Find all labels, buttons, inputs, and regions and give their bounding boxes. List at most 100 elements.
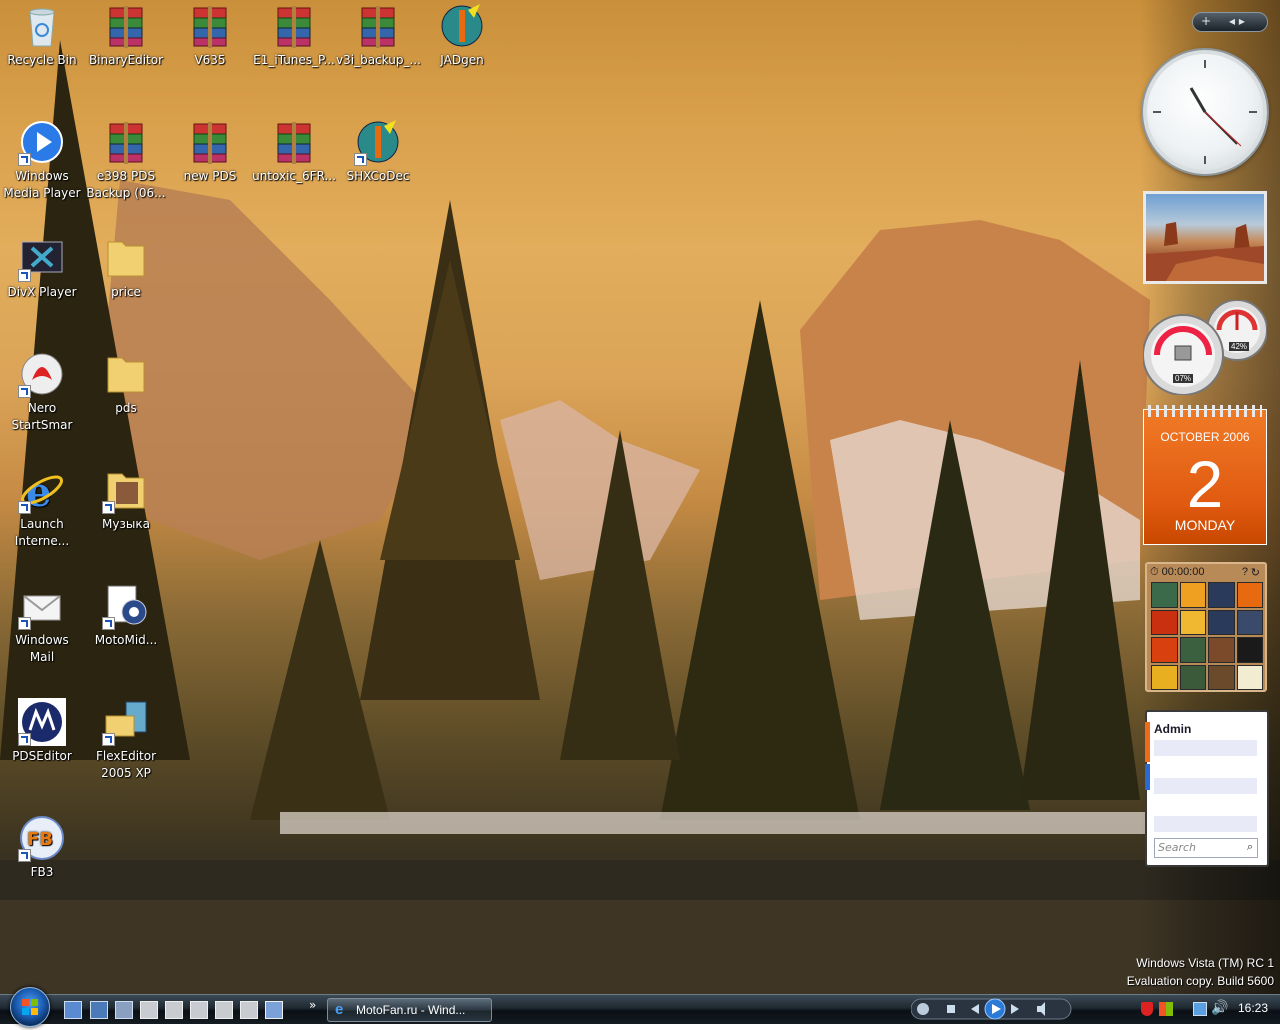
drive-icon[interactable] bbox=[140, 1001, 158, 1019]
mail-icon bbox=[18, 582, 66, 630]
contacts-search-placeholder: Search bbox=[1158, 841, 1197, 854]
puzzle-tile[interactable] bbox=[1151, 609, 1178, 635]
rar-archive-icon bbox=[102, 118, 150, 166]
network-status-icon[interactable] bbox=[1193, 1002, 1207, 1016]
desktop-icon-pds[interactable]: pds bbox=[84, 350, 168, 417]
notification-area: 🔊 16:23 bbox=[1133, 995, 1280, 1025]
desktop-icon-label: new PDS bbox=[183, 169, 237, 183]
puzzle-tile[interactable] bbox=[1236, 664, 1263, 690]
svg-text:FB: FB bbox=[27, 829, 53, 850]
puzzle-tile[interactable] bbox=[1179, 664, 1206, 690]
taskbar-button-label: MotoFan.ru - Wind... bbox=[356, 1003, 466, 1017]
rar-archive-icon bbox=[186, 118, 234, 166]
shuffle-icon[interactable]: ↻ bbox=[1251, 566, 1260, 579]
desktop-icon-v635[interactable]: V635 bbox=[168, 2, 252, 69]
desktop-icon-label: FlexEditor 2005 XP bbox=[95, 749, 157, 780]
desktop-icon-label: V635 bbox=[194, 53, 226, 67]
puzzle-tile[interactable] bbox=[1208, 664, 1235, 690]
switch-windows-icon[interactable] bbox=[90, 1001, 108, 1019]
computer-icon[interactable] bbox=[265, 1001, 283, 1019]
slideshow-gadget[interactable] bbox=[1143, 191, 1267, 284]
desktop-icon-untoxic[interactable]: untoxic_6FR... bbox=[252, 118, 336, 185]
desktop-icon-recycle-bin[interactable]: Recycle Bin bbox=[0, 2, 84, 69]
clock-face-icon bbox=[1153, 60, 1257, 164]
desktop-icon-v3i-backup[interactable]: v3i_backup_... bbox=[336, 2, 421, 69]
puzzle-tile[interactable] bbox=[1179, 582, 1206, 608]
desktop-icon-label: Launch Interne... bbox=[14, 517, 70, 548]
drive-icon[interactable] bbox=[215, 1001, 233, 1019]
desktop-icon-windows-mail[interactable]: Windows Mail bbox=[0, 582, 84, 666]
stopwatch-icon: ⏱ bbox=[1150, 566, 1159, 578]
drive-icon[interactable] bbox=[190, 1001, 208, 1019]
puzzle-tile[interactable] bbox=[1151, 582, 1178, 608]
puzzle-tile[interactable] bbox=[1208, 609, 1235, 635]
contacts-gadget[interactable]: Admin Search ⌕ bbox=[1145, 710, 1269, 867]
sidebar-toolbar[interactable]: + ◂ ▸ bbox=[1192, 12, 1268, 32]
motorola-icon bbox=[18, 698, 66, 746]
desktop-icon-windows-media-player[interactable]: Windows Media Player bbox=[0, 118, 84, 202]
desktop-icon-label: SHXCoDec bbox=[346, 169, 410, 183]
windows-flag-icon[interactable] bbox=[1159, 1002, 1173, 1016]
desktop-icon-e1-itunes[interactable]: E1_iTunes_P... bbox=[252, 2, 336, 69]
desktop-icon-launch-ie[interactable]: e Launch Interne... bbox=[0, 466, 84, 550]
puzzle-tile[interactable] bbox=[1179, 637, 1206, 663]
desktop-icon-label: E1_iTunes_P... bbox=[253, 53, 335, 67]
folder-icon bbox=[102, 234, 150, 282]
contact-row[interactable] bbox=[1154, 740, 1257, 756]
desktop-icon-label: Windows Media Player bbox=[3, 169, 81, 200]
shortcut-arrow-icon bbox=[18, 269, 31, 282]
puzzle-tile[interactable] bbox=[1208, 637, 1235, 663]
puzzle-toolbar: ⏱ 00:00:00 ? ↻ bbox=[1150, 566, 1262, 580]
drive-icon[interactable] bbox=[240, 1001, 258, 1019]
desktop-icon-nero[interactable]: Nero StartSmar bbox=[0, 350, 84, 434]
puzzle-tile[interactable] bbox=[1208, 582, 1235, 608]
network-icon[interactable] bbox=[115, 1001, 133, 1019]
quick-launch-more-button[interactable]: » bbox=[309, 998, 316, 1012]
folder-icon bbox=[102, 350, 150, 398]
calendar-gadget[interactable]: OCTOBER 2006 2 MONDAY bbox=[1143, 405, 1267, 545]
desktop-icon-price[interactable]: price bbox=[84, 234, 168, 301]
picture-puzzle-gadget[interactable]: ⏱ 00:00:00 ? ↻ bbox=[1145, 562, 1267, 692]
desktop-icon-flexeditor[interactable]: FlexEditor 2005 XP bbox=[84, 698, 168, 782]
puzzle-tile[interactable] bbox=[1151, 637, 1178, 663]
desktop-icon-binary-editor[interactable]: BinaryEditor bbox=[84, 2, 168, 69]
desktop-icon-jadgen[interactable]: JADgen bbox=[420, 2, 504, 69]
rar-archive-icon bbox=[270, 118, 318, 166]
media-controls-icon bbox=[910, 998, 1072, 1020]
desktop-icon-motomid[interactable]: MotoMid... bbox=[84, 582, 168, 649]
desktop-icon-pdseditor[interactable]: PDSEditor bbox=[0, 698, 84, 765]
shortcut-arrow-icon bbox=[102, 617, 115, 630]
desktop-icon-fb3[interactable]: FB FB3 bbox=[0, 814, 84, 881]
puzzle-tile[interactable] bbox=[1236, 609, 1263, 635]
add-gadget-button[interactable]: + bbox=[1201, 14, 1211, 28]
contacts-search-input[interactable]: Search ⌕ bbox=[1154, 838, 1258, 858]
contacts-accent-orange bbox=[1145, 722, 1150, 762]
cpu-meter-gadget[interactable]: 07% 42% bbox=[1142, 299, 1268, 396]
contact-row[interactable] bbox=[1154, 816, 1257, 832]
taskbar-clock[interactable]: 16:23 bbox=[1238, 1001, 1268, 1015]
desktop-icon-new-pds[interactable]: new PDS bbox=[168, 118, 252, 185]
recycle-bin-icon bbox=[18, 2, 66, 50]
search-icon[interactable]: ⌕ bbox=[1247, 840, 1253, 854]
clock-gadget[interactable] bbox=[1143, 50, 1267, 174]
desktop-icon-divx-player[interactable]: DivX Player bbox=[0, 234, 84, 301]
desktop-icon-muzyka[interactable]: Музыка bbox=[84, 466, 168, 533]
puzzle-tile[interactable] bbox=[1151, 664, 1178, 690]
help-icon[interactable]: ? bbox=[1242, 566, 1248, 578]
start-button[interactable] bbox=[10, 987, 50, 1027]
desktop-icon-shxcodec[interactable]: SHXCoDec bbox=[336, 118, 420, 185]
show-desktop-icon[interactable] bbox=[64, 1001, 82, 1019]
contact-row[interactable] bbox=[1154, 778, 1257, 794]
desktop-icon-label: pds bbox=[115, 401, 137, 415]
desktop-icon-e398-pds[interactable]: e398 PDS Backup (06... bbox=[84, 118, 168, 202]
puzzle-tile[interactable] bbox=[1179, 609, 1206, 635]
drive-icon[interactable] bbox=[165, 1001, 183, 1019]
volume-icon[interactable]: 🔊 bbox=[1211, 1000, 1228, 1016]
puzzle-tile[interactable] bbox=[1236, 582, 1263, 608]
security-shield-icon[interactable] bbox=[1141, 1002, 1153, 1016]
taskbar-button-browser[interactable]: e MotoFan.ru - Wind... bbox=[327, 998, 492, 1022]
motomid-icon bbox=[102, 582, 150, 630]
media-player-toolbar[interactable] bbox=[910, 997, 1079, 1023]
gadget-nav-buttons[interactable]: ◂ ▸ bbox=[1229, 14, 1245, 28]
puzzle-tile[interactable] bbox=[1236, 637, 1263, 663]
